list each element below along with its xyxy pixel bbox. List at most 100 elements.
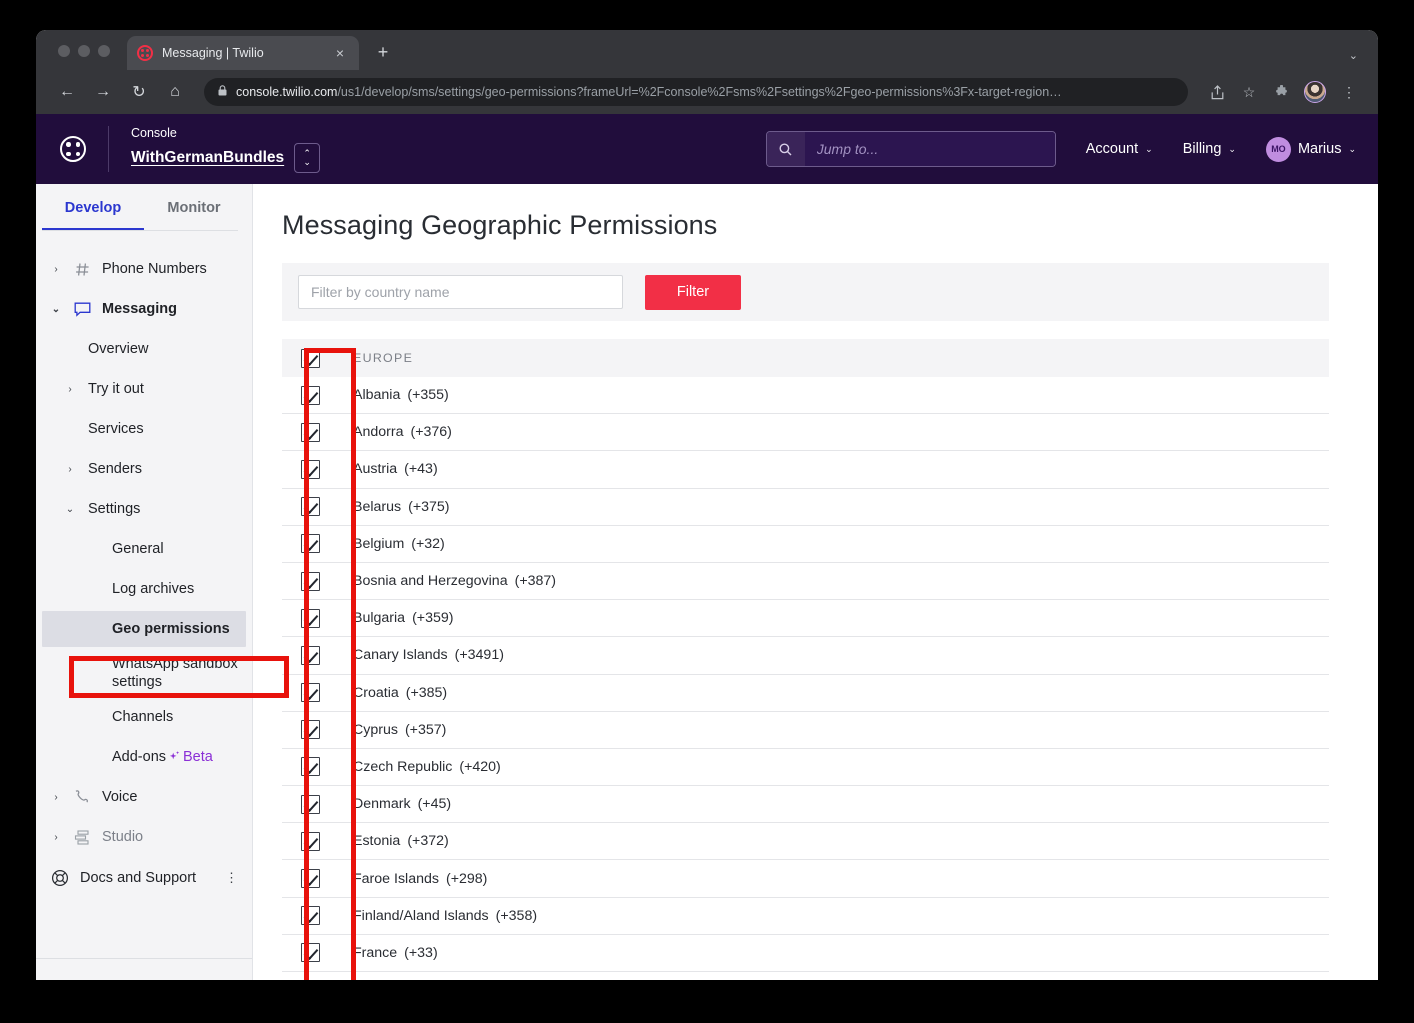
sidebar-item-try-it-out[interactable]: › Try it out: [36, 369, 252, 409]
country-checkbox-cell[interactable]: [282, 906, 339, 926]
window-zoom-button[interactable]: [98, 45, 110, 57]
country-dialing-code: (+43): [404, 461, 438, 478]
user-menu[interactable]: MO Marius ⌄: [1265, 136, 1356, 162]
close-icon[interactable]: ×: [331, 44, 349, 62]
sidebar-item-overview[interactable]: Overview: [36, 329, 252, 369]
account-menu[interactable]: Account ⌄: [1086, 141, 1153, 157]
select-all-checkbox-cell[interactable]: [282, 348, 339, 368]
table-row[interactable]: Estonia (+372): [282, 823, 1329, 861]
sidebar-item-docs-and-support[interactable]: Docs and Support ⋮: [36, 857, 252, 899]
country-checkbox[interactable]: [301, 645, 320, 665]
country-checkbox-cell[interactable]: [282, 571, 339, 591]
browser-tab[interactable]: Messaging | Twilio ×: [127, 36, 359, 70]
window-close-button[interactable]: [58, 45, 70, 57]
sidebar-item-log-archives[interactable]: Log archives: [36, 569, 252, 609]
country-checkbox-cell[interactable]: [282, 757, 339, 777]
filter-button[interactable]: Filter: [645, 274, 741, 310]
browser-tab-strip: Messaging | Twilio × + ⌄: [36, 30, 1378, 70]
sidebar-item-phone-numbers[interactable]: › Phone Numbers: [36, 249, 252, 289]
search-input[interactable]: [804, 132, 1055, 166]
browser-profile-avatar[interactable]: [1304, 81, 1326, 103]
country-checkbox-cell[interactable]: [282, 645, 339, 665]
sidebar-item-whatsapp-sandbox-settings[interactable]: WhatsApp sandbox settings: [36, 649, 252, 697]
table-row[interactable]: Austria (+43): [282, 451, 1329, 489]
sidebar-item-senders[interactable]: › Senders: [36, 449, 252, 489]
table-row[interactable]: Finland/Aland Islands (+358): [282, 898, 1329, 935]
country-checkbox-cell[interactable]: [282, 943, 339, 963]
sidebar-item-general[interactable]: General: [36, 529, 252, 569]
account-switcher-button[interactable]: ⌃ ⌄: [294, 142, 321, 173]
country-checkbox-cell[interactable]: [282, 720, 339, 740]
country-checkbox[interactable]: [301, 459, 320, 479]
bookmark-star-icon[interactable]: ☆: [1236, 79, 1262, 105]
reload-icon[interactable]: ↻: [124, 77, 154, 107]
country-checkbox[interactable]: [301, 385, 320, 405]
collapse-sidebar-button[interactable]: «: [225, 980, 234, 981]
chevron-down-icon[interactable]: ⌄: [1349, 49, 1358, 62]
country-checkbox[interactable]: [301, 943, 320, 963]
address-bar[interactable]: console.twilio.com/us1/develop/sms/setti…: [204, 78, 1188, 106]
sidebar-item-channels[interactable]: Channels: [36, 697, 252, 737]
sidebar-item-messaging[interactable]: ⌄ Messaging: [36, 289, 252, 329]
table-row[interactable]: Czech Republic (+420): [282, 749, 1329, 787]
country-filter-input[interactable]: [298, 275, 623, 309]
jump-to-search[interactable]: [765, 131, 1056, 167]
back-icon[interactable]: ←: [52, 77, 82, 107]
table-row[interactable]: Croatia (+385): [282, 675, 1329, 712]
kebab-menu-icon[interactable]: ⋮: [225, 871, 238, 884]
country-checkbox[interactable]: [301, 683, 320, 703]
share-icon[interactable]: [1204, 79, 1230, 105]
country-checkbox[interactable]: [301, 720, 320, 740]
country-checkbox[interactable]: [301, 608, 320, 628]
country-checkbox-cell[interactable]: [282, 459, 339, 479]
country-checkbox-cell[interactable]: [282, 794, 339, 814]
browser-menu-icon[interactable]: ⋮: [1336, 79, 1362, 105]
tab-monitor[interactable]: Monitor: [144, 200, 244, 231]
country-checkbox-cell[interactable]: [282, 869, 339, 889]
extensions-puzzle-icon[interactable]: [1268, 79, 1294, 105]
forward-icon[interactable]: →: [88, 77, 118, 107]
new-tab-button[interactable]: +: [371, 40, 395, 64]
country-checkbox[interactable]: [301, 497, 320, 517]
table-row[interactable]: Faroe Islands (+298): [282, 860, 1329, 898]
tab-develop[interactable]: Develop: [42, 200, 144, 231]
country-checkbox-cell[interactable]: [282, 683, 339, 703]
country-checkbox[interactable]: [301, 794, 320, 814]
table-row[interactable]: Denmark (+45): [282, 786, 1329, 824]
table-row[interactable]: Germany(+49): [282, 972, 1329, 980]
country-checkbox[interactable]: [301, 571, 320, 591]
country-checkbox-cell[interactable]: [282, 422, 339, 442]
sidebar-item-services[interactable]: Services: [36, 409, 252, 449]
table-row[interactable]: Albania (+355): [282, 377, 1329, 415]
table-row[interactable]: Bosnia and Herzegovina (+387): [282, 563, 1329, 601]
sidebar-item-studio[interactable]: › Studio: [36, 817, 252, 857]
table-row[interactable]: Belgium (+32): [282, 526, 1329, 563]
twilio-logo-icon[interactable]: [60, 136, 86, 162]
country-checkbox[interactable]: [301, 422, 320, 442]
sidebar-item-voice[interactable]: › Voice: [36, 777, 252, 817]
sidebar-item-settings[interactable]: ⌄ Settings: [36, 489, 252, 529]
country-checkbox-cell[interactable]: [282, 385, 339, 405]
country-checkbox[interactable]: [301, 757, 320, 777]
table-row[interactable]: Andorra (+376): [282, 414, 1329, 452]
country-checkbox[interactable]: [301, 534, 320, 554]
sidebar-item-geo-permissions[interactable]: Geo permissions: [42, 611, 246, 647]
table-row[interactable]: Belarus (+375): [282, 489, 1329, 526]
billing-menu[interactable]: Billing ⌄: [1183, 141, 1236, 157]
country-checkbox[interactable]: [301, 869, 320, 889]
table-row[interactable]: Bulgaria (+359): [282, 600, 1329, 638]
country-checkbox-cell[interactable]: [282, 831, 339, 851]
country-checkbox[interactable]: [301, 906, 320, 926]
country-checkbox-cell[interactable]: [282, 497, 339, 517]
table-row[interactable]: Cyprus (+357): [282, 712, 1329, 749]
country-checkbox-cell[interactable]: [282, 608, 339, 628]
country-checkbox-cell[interactable]: [282, 534, 339, 554]
sidebar-item-add-ons[interactable]: Add-ons Beta: [36, 737, 252, 777]
table-row[interactable]: France (+33): [282, 935, 1329, 972]
table-row[interactable]: Canary Islands (+3491): [282, 637, 1329, 675]
home-icon[interactable]: ⌂: [160, 77, 190, 107]
country-checkbox[interactable]: [301, 831, 320, 851]
window-minimize-button[interactable]: [78, 45, 90, 57]
account-name-link[interactable]: WithGermanBundles: [131, 149, 284, 167]
select-all-checkbox[interactable]: [301, 348, 320, 368]
